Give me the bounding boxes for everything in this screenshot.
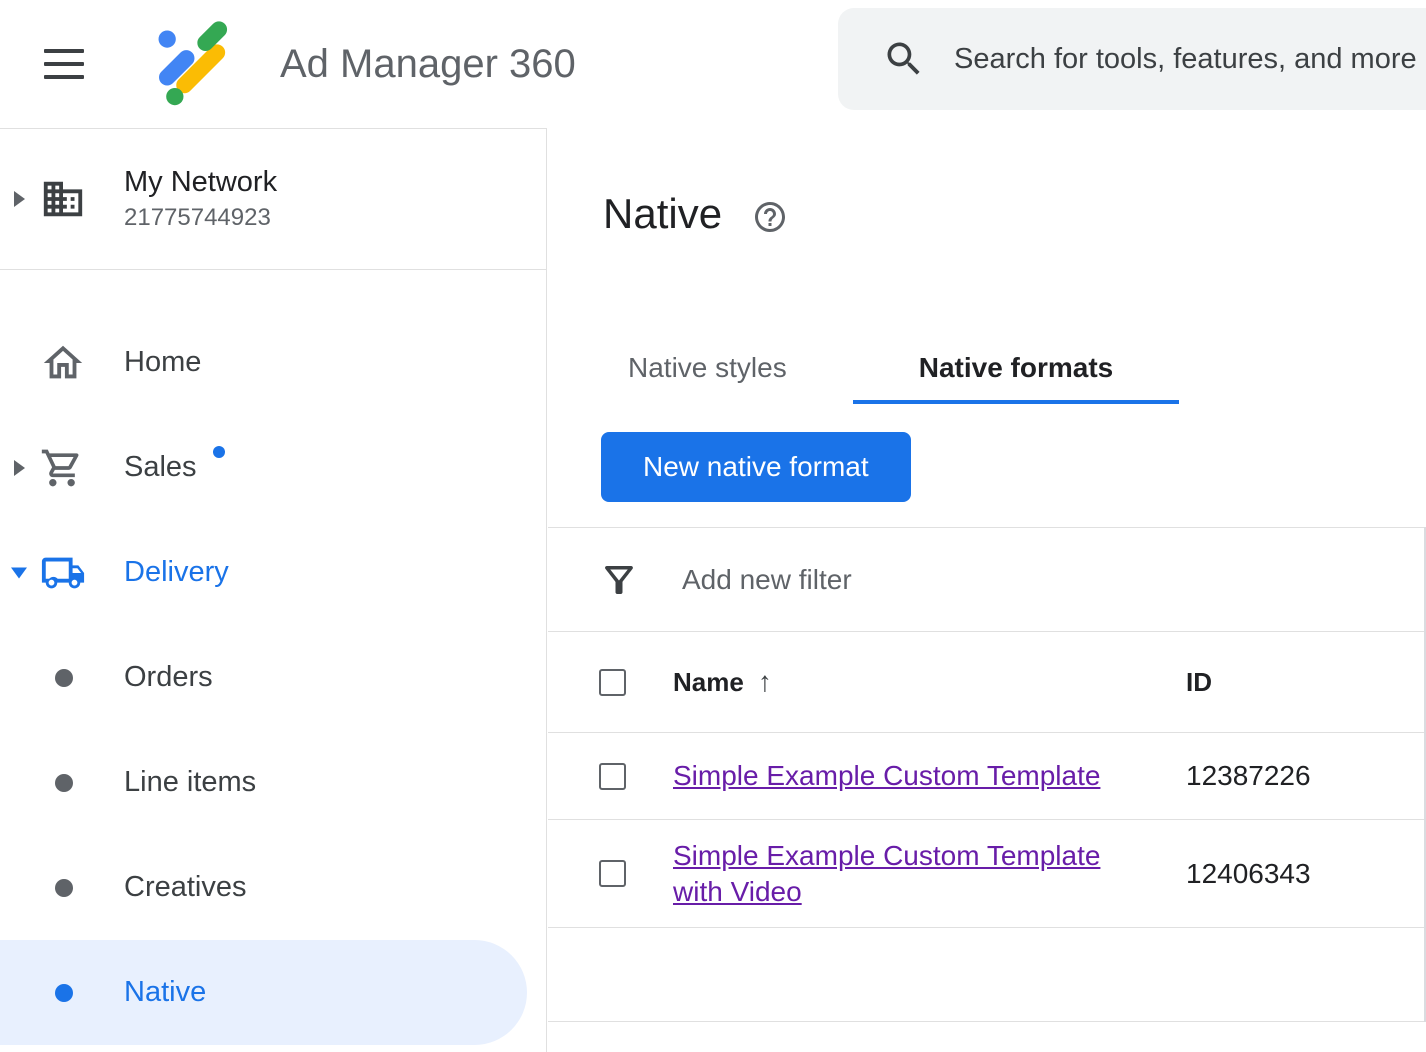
app-title: Ad Manager 360 bbox=[280, 42, 576, 87]
tab-label: Native styles bbox=[628, 352, 787, 384]
sidebar-item-line-items[interactable]: Line items bbox=[0, 730, 546, 835]
bullet-icon bbox=[55, 774, 73, 792]
search-icon bbox=[882, 37, 926, 81]
filter-placeholder: Add new filter bbox=[682, 564, 852, 596]
table-row: Simple Example Custom Template 12387226 bbox=[548, 733, 1426, 820]
ad-manager-logo bbox=[148, 18, 240, 110]
notification-dot bbox=[213, 446, 225, 458]
sidebar-item-home[interactable]: Home bbox=[0, 310, 546, 415]
native-format-id: 12406343 bbox=[1186, 858, 1426, 890]
bullet-icon bbox=[55, 879, 73, 897]
native-format-link[interactable]: Simple Example Custom Template with Vide… bbox=[673, 838, 1141, 910]
page-title: Native bbox=[603, 190, 722, 238]
sidebar-item-orders[interactable]: Orders bbox=[0, 625, 546, 730]
home-icon bbox=[40, 340, 86, 386]
bullet-icon bbox=[55, 669, 73, 687]
new-native-format-button[interactable]: New native format bbox=[601, 432, 911, 502]
column-header-name[interactable]: Name bbox=[673, 667, 744, 698]
search-placeholder: Search for tools, features, and more bbox=[954, 43, 1417, 76]
table-row: Simple Example Custom Template with Vide… bbox=[548, 820, 1426, 928]
sidebar-item-sales[interactable]: Sales bbox=[0, 415, 546, 520]
global-search-input[interactable]: Search for tools, features, and more bbox=[838, 8, 1426, 110]
sidebar-nav: Home Sales Delivery Orders bbox=[0, 270, 546, 1045]
sidebar-item-label: Orders bbox=[124, 661, 213, 694]
menu-icon[interactable] bbox=[40, 45, 88, 83]
row-checkbox[interactable] bbox=[599, 860, 626, 887]
cart-icon bbox=[40, 446, 84, 490]
sidebar-item-label: Delivery bbox=[124, 556, 229, 589]
tab-native-formats[interactable]: Native formats bbox=[853, 336, 1180, 404]
native-format-link[interactable]: Simple Example Custom Template bbox=[673, 758, 1100, 794]
network-id: 21775744923 bbox=[124, 204, 277, 232]
sidebar-item-label: Creatives bbox=[124, 871, 247, 904]
sidebar-item-native[interactable]: Native bbox=[0, 940, 527, 1045]
sidebar-item-label: Home bbox=[124, 346, 201, 379]
sort-ascending-icon[interactable]: ↑ bbox=[758, 666, 772, 698]
network-selector[interactable]: My Network 21775744923 bbox=[0, 129, 546, 270]
bullet-icon bbox=[55, 984, 73, 1002]
table-header-row: Name ↑ ID bbox=[548, 632, 1426, 733]
native-formats-table: Name ↑ ID Simple Example Custom Template… bbox=[548, 632, 1426, 1022]
tab-label: Native formats bbox=[919, 352, 1114, 384]
select-all-checkbox[interactable] bbox=[599, 669, 626, 696]
chevron-down-icon[interactable] bbox=[11, 567, 27, 578]
network-building-icon bbox=[40, 176, 86, 222]
filter-bar[interactable]: Add new filter bbox=[548, 527, 1426, 632]
network-name: My Network bbox=[124, 166, 277, 199]
column-header-id[interactable]: ID bbox=[1186, 667, 1426, 698]
sidebar-item-delivery[interactable]: Delivery bbox=[0, 520, 546, 625]
row-checkbox[interactable] bbox=[599, 763, 626, 790]
filter-icon bbox=[598, 559, 640, 601]
action-bar: New native format bbox=[548, 432, 1426, 502]
sidebar-item-label: Native bbox=[124, 976, 206, 1009]
table-empty-space bbox=[548, 928, 1426, 1022]
main-content: Native Native styles Native formats New … bbox=[548, 128, 1426, 1052]
truck-icon bbox=[40, 550, 86, 596]
top-app-bar: Ad Manager 360 Search for tools, feature… bbox=[0, 0, 1426, 128]
help-icon[interactable] bbox=[752, 199, 788, 235]
sidebar-item-creatives[interactable]: Creatives bbox=[0, 835, 546, 940]
tab-bar: Native styles Native formats bbox=[548, 336, 1426, 404]
network-info: My Network 21775744923 bbox=[124, 166, 277, 232]
sidebar-item-label: Line items bbox=[124, 766, 256, 799]
chevron-right-icon[interactable] bbox=[14, 460, 25, 476]
sidebar: My Network 21775744923 Home Sales bbox=[0, 128, 547, 1052]
tab-native-styles[interactable]: Native styles bbox=[562, 336, 853, 404]
page-header: Native bbox=[548, 128, 1426, 243]
chevron-right-icon[interactable] bbox=[14, 191, 25, 207]
sidebar-item-label: Sales bbox=[124, 451, 197, 484]
native-format-id: 12387226 bbox=[1186, 760, 1426, 792]
